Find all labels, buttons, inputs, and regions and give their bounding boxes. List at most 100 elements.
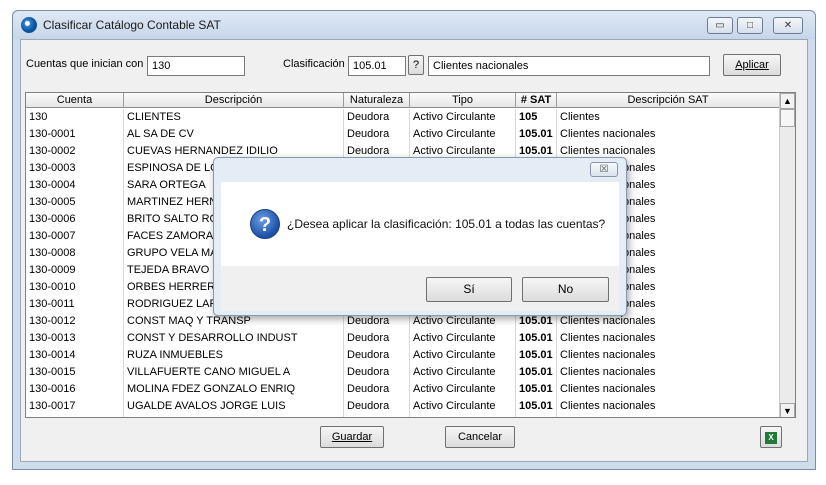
apply-button[interactable]: Aplicar (723, 54, 781, 76)
confirm-dialog: ☒ ? ¿Desea aplicar la clasificación: 105… (213, 157, 627, 316)
dialog-body: ? ¿Desea aplicar la clasificación: 105.0… (221, 182, 619, 266)
cell-tipo: Activo Circulante (410, 126, 516, 143)
col-cuenta[interactable]: Cuenta (26, 93, 124, 108)
cell-descripcion-sat: Clientes nacionales (557, 398, 780, 415)
table-row[interactable]: 130-0013 CONST Y DESARROLLO INDUST Deudora… (26, 330, 780, 347)
cell-descripcion: CLIENTES (124, 109, 344, 126)
dialog-buttons: Sí No (221, 266, 619, 311)
cell-num-sat: 105 (516, 109, 557, 126)
clasificacion-label: Clasificación (283, 58, 345, 70)
cell-naturaleza: Deudora (344, 126, 410, 143)
excel-icon: X (765, 432, 777, 444)
col-tipo[interactable]: Tipo (410, 93, 516, 108)
cell-tipo: Activo Circulante (410, 381, 516, 398)
minimize-button[interactable]: ▭ (707, 17, 733, 34)
table-row[interactable]: 130-0018GONZALEZ DOMINGUES MIGUELDeudora… (26, 415, 780, 417)
no-button[interactable]: No (522, 277, 609, 302)
cell-cuenta: 130-0014 (26, 347, 124, 364)
cell-tipo: Activo Circulante (410, 347, 516, 364)
cell-num-sat: 105.01 (516, 347, 557, 364)
cell-cuenta: 130-0016 (26, 381, 124, 398)
cell-cuenta: 130-0002 (26, 143, 124, 160)
cell-tipo: Activo Circulante (410, 330, 516, 347)
cell-num-sat: 105.01 (516, 415, 557, 417)
cell-cuenta: 130-0013 (26, 330, 124, 347)
col-descripcion[interactable]: Descripción (124, 93, 344, 108)
scroll-down-icon[interactable]: ▼ (780, 403, 795, 417)
cell-cuenta: 130-0008 (26, 245, 124, 262)
cell-cuenta: 130-0004 (26, 177, 124, 194)
maximize-button[interactable]: □ (737, 17, 763, 34)
app-icon (21, 17, 37, 33)
cell-cuenta: 130 (26, 109, 124, 126)
save-button[interactable]: Guardar (320, 426, 384, 448)
table-row[interactable]: 130-0014 RUZA INMUEBLES Deudora Activo Circ… (26, 347, 780, 364)
clasificacion-code-input[interactable]: 105.01 (348, 56, 406, 76)
cell-num-sat: 105.01 (516, 381, 557, 398)
table-row[interactable]: 130 CLIENTES Deudora Activo Circulante 105 Cl… (26, 109, 780, 126)
cell-tipo: Activo Circulante (410, 415, 516, 417)
grid-header: Cuenta Descripción Naturaleza Tipo # SAT… (26, 93, 795, 108)
table-row[interactable]: 130-0017 UGALDE AVALOS JORGE LUIS Deudora A… (26, 398, 780, 415)
cell-descripcion-sat: Clientes nacionales (557, 381, 780, 398)
cell-descripcion: MOLINA FDEZ GONZALO ENRIQ (124, 381, 344, 398)
cell-naturaleza: Deudora (344, 364, 410, 381)
cell-descripcion-sat: Clientes nacionales (557, 347, 780, 364)
cell-num-sat: 105.01 (516, 364, 557, 381)
table-row[interactable]: 130-0015 VILLAFUERTE CANO MIGUEL A Deudora… (26, 364, 780, 381)
cell-tipo: Activo Circulante (410, 398, 516, 415)
cell-descripcion-sat: Clientes nacionales (557, 126, 780, 143)
yes-button[interactable]: Sí (426, 277, 512, 302)
scroll-thumb[interactable] (780, 109, 795, 127)
cell-naturaleza: Deudora (344, 330, 410, 347)
cell-cuenta: 130-0009 (26, 262, 124, 279)
col-descripcion-sat[interactable]: Descripción SAT (557, 93, 780, 108)
cell-naturaleza: Deudora (344, 109, 410, 126)
cell-num-sat: 105.01 (516, 330, 557, 347)
cell-cuenta: 130-0010 (26, 279, 124, 296)
cancel-button[interactable]: Cancelar (445, 426, 515, 448)
cell-num-sat: 105.01 (516, 398, 557, 415)
cell-cuenta: 130-0012 (26, 313, 124, 330)
table-row[interactable]: 130-0001 AL SA DE CV Deudora Activo Circula… (26, 126, 780, 143)
dialog-close-button[interactable]: ☒ (590, 162, 618, 177)
cell-cuenta: 130-0017 (26, 398, 124, 415)
cell-descripcion: CONST Y DESARROLLO INDUST (124, 330, 344, 347)
excel-export-button[interactable]: X (760, 426, 782, 448)
clasificacion-desc-field: Clientes nacionales (428, 56, 710, 76)
vertical-scrollbar[interactable]: ▲ ▼ (779, 93, 795, 417)
cell-tipo: Activo Circulante (410, 109, 516, 126)
cell-tipo: Activo Circulante (410, 364, 516, 381)
cell-cuenta: 130-0001 (26, 126, 124, 143)
cuentas-label: Cuentas que inician con (26, 58, 144, 70)
cell-descripcion: UGALDE AVALOS JORGE LUIS (124, 398, 344, 415)
cell-cuenta: 130-0018 (26, 415, 124, 417)
cell-descripcion-sat: Clientes nacionales (557, 330, 780, 347)
window-title: Clasificar Catálogo Contable SAT (43, 18, 221, 32)
cell-descripcion-sat: Clientes nacionales (557, 364, 780, 381)
cell-descripcion: RUZA INMUEBLES (124, 347, 344, 364)
dialog-message: ¿Desea aplicar la clasificación: 105.01 … (287, 217, 606, 231)
cell-cuenta: 130-0015 (26, 364, 124, 381)
cell-cuenta: 130-0007 (26, 228, 124, 245)
cell-naturaleza: Deudora (344, 415, 410, 417)
cell-descripcion-sat: Clientes nacionales (557, 415, 780, 417)
cell-cuenta: 130-0011 (26, 296, 124, 313)
cell-cuenta: 130-0005 (26, 194, 124, 211)
table-row[interactable]: 130-0016 MOLINA FDEZ GONZALO ENRIQ Deudora… (26, 381, 780, 398)
cell-cuenta: 130-0006 (26, 211, 124, 228)
title-bar[interactable]: Clasificar Catálogo Contable SAT ▭ □ ✕ (13, 11, 815, 39)
cell-descripcion: GONZALEZ DOMINGUES MIGUEL (124, 415, 344, 417)
cell-num-sat: 105.01 (516, 126, 557, 143)
cell-naturaleza: Deudora (344, 381, 410, 398)
cell-descripcion-sat: Clientes (557, 109, 780, 126)
col-num-sat[interactable]: # SAT (516, 93, 557, 108)
close-button[interactable]: ✕ (773, 17, 803, 34)
question-icon: ? (250, 209, 280, 239)
scroll-up-icon[interactable]: ▲ (780, 93, 795, 109)
cell-descripcion: AL SA DE CV (124, 126, 344, 143)
cell-naturaleza: Deudora (344, 398, 410, 415)
col-naturaleza[interactable]: Naturaleza (344, 93, 410, 108)
cuentas-input[interactable]: 130 (147, 56, 245, 76)
lookup-button[interactable]: ? (408, 55, 424, 75)
